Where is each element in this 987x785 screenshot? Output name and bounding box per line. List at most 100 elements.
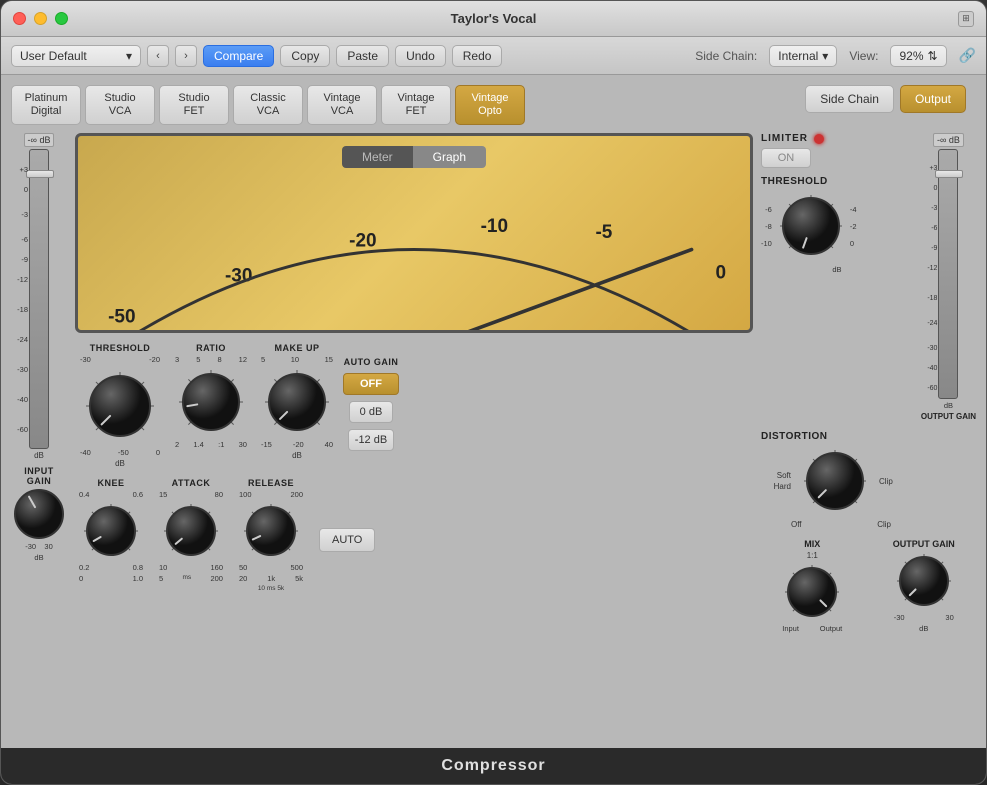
mix-output-label: Output <box>820 624 843 633</box>
input-gain-section: -∞ dB +3 0 -3 -6 -9 -12 -18 -24 -30 -40 … <box>11 133 67 738</box>
link-icon[interactable]: 🔗 <box>959 47 976 64</box>
compare-button[interactable]: Compare <box>203 45 274 67</box>
side-chain-button[interactable]: Side Chain <box>805 85 894 113</box>
makeup-control: MAKE UP 51015 <box>257 343 337 460</box>
distortion-title: DISTORTION <box>761 431 827 442</box>
type-vintage-fet[interactable]: VintageFET <box>381 85 451 125</box>
auto-gain-off-button[interactable]: OFF <box>343 373 399 395</box>
mix-ratio: 1:1 <box>807 551 818 560</box>
release-knob[interactable] <box>241 501 301 561</box>
redo-button[interactable]: Redo <box>452 45 503 67</box>
minimize-button[interactable] <box>34 12 47 25</box>
bottom-label: Compressor <box>441 757 545 775</box>
compressor-type-buttons: PlatinumDigital StudioVCA StudioFET Clas… <box>11 85 525 125</box>
ratio-control: RATIO 35812 <box>171 343 251 449</box>
attack-knob[interactable] <box>161 501 221 561</box>
toolbar: User Default ▾ ‹ › Compare Copy Paste Un… <box>1 37 986 75</box>
input-gain-inf: -∞ dB <box>24 133 55 147</box>
auto-button[interactable]: AUTO <box>319 528 375 552</box>
mix-knob[interactable] <box>782 562 842 622</box>
expand-button[interactable]: ⊞ <box>958 11 974 27</box>
type-studio-fet[interactable]: StudioFET <box>159 85 229 125</box>
window-title: Taylor's Vocal <box>451 11 537 26</box>
nav-back-button[interactable]: ‹ <box>147 45 169 67</box>
input-gain-fader-track[interactable]: +3 0 -3 -6 -9 -12 -18 -24 -30 -40 -60 <box>29 149 49 449</box>
knee-knob[interactable] <box>81 501 141 561</box>
ratio-scale-bottom: 21.4:130 <box>175 440 247 449</box>
maximize-button[interactable] <box>55 12 68 25</box>
distortion-row: Soft Hard <box>761 446 893 516</box>
paste-button[interactable]: Paste <box>336 45 389 67</box>
graph-tab[interactable]: Graph <box>413 146 486 168</box>
output-gain-knob-unit: dB <box>919 624 928 633</box>
threshold-label: THRESHOLD <box>90 343 151 353</box>
threshold-right-unit: dB <box>761 265 913 274</box>
view-dropdown[interactable]: 92% ⇅ <box>890 45 946 67</box>
bottom-label-bar: Compressor <box>1 748 986 784</box>
nav-forward-button[interactable]: › <box>175 45 197 67</box>
svg-text:-50: -50 <box>108 307 135 328</box>
output-gain-fader-track[interactable]: +3 0 -3 -6 -9 -12 -18 -24 -30 -40 -60 <box>938 149 958 399</box>
type-classic-vca[interactable]: ClassicVCA <box>233 85 303 125</box>
input-gain-label: INPUT GAIN <box>11 466 67 486</box>
ratio-knob[interactable] <box>175 366 247 438</box>
limiter-on-button[interactable]: ON <box>761 148 811 168</box>
output-gain-knob-section: OUTPUT GAIN <box>893 539 955 633</box>
svg-text:-20: -20 <box>349 231 376 252</box>
meter-tab[interactable]: Meter <box>342 146 413 168</box>
center-section: Meter Graph -50 -30 -20 -10 -5 0 <box>75 133 753 738</box>
preset-dropdown[interactable]: User Default ▾ <box>11 45 141 67</box>
close-button[interactable] <box>13 12 26 25</box>
output-gain-fader-handle[interactable] <box>935 170 963 178</box>
main-controls-row: THRESHOLD -30-20 <box>75 339 753 472</box>
release-control: RELEASE 100200 <box>239 478 303 592</box>
attack-label: ATTACK <box>172 478 211 488</box>
right-panel: LIMITER ON THRESHOLD -6-8-10 <box>761 133 976 738</box>
knee-scale-bottom: 0.20.8 <box>79 563 143 572</box>
traffic-lights <box>13 12 68 25</box>
type-studio-vca[interactable]: StudioVCA <box>85 85 155 125</box>
title-bar-right: ⊞ <box>958 11 974 27</box>
copy-button[interactable]: Copy <box>280 45 330 67</box>
threshold-scale-bottom: -40-500 <box>80 448 160 457</box>
side-chain-dropdown[interactable]: Internal ▾ <box>769 45 837 67</box>
input-gain-fader-handle[interactable] <box>26 170 54 178</box>
makeup-scale-bottom: -15-2040 <box>261 440 333 449</box>
output-gain-knob[interactable] <box>894 551 954 611</box>
auto-gain-0db-button[interactable]: 0 dB <box>349 401 394 423</box>
threshold-scale-top: -30-20 <box>80 355 160 364</box>
vu-arc-area: -50 -30 -20 -10 -5 0 <box>78 174 750 333</box>
main-window: Taylor's Vocal ⊞ User Default ▾ ‹ › Comp… <box>0 0 987 785</box>
middle-section: -∞ dB +3 0 -3 -6 -9 -12 -18 -24 -30 -40 … <box>11 133 976 738</box>
distortion-knob[interactable] <box>795 446 875 516</box>
makeup-unit: dB <box>292 451 302 460</box>
auto-gain-12db-button[interactable]: -12 dB <box>348 429 394 451</box>
auto-button-container: AUTO <box>319 478 375 552</box>
threshold-right-row: -6-8-10 <box>761 191 913 261</box>
svg-text:-10: -10 <box>481 216 508 237</box>
type-platinum-digital[interactable]: PlatinumDigital <box>11 85 81 125</box>
output-gain-label: OUTPUT GAIN <box>921 412 976 421</box>
ratio-scale-top: 35812 <box>175 355 247 364</box>
release-unit: 10 ms 5k <box>258 585 284 592</box>
title-bar: Taylor's Vocal ⊞ <box>1 1 986 37</box>
input-gain-knob[interactable] <box>13 488 65 540</box>
threshold-knob[interactable] <box>80 366 160 446</box>
output-button[interactable]: Output <box>900 85 966 113</box>
meter-tabs: Meter Graph <box>78 136 750 174</box>
mix-output-row: MIX 1:1 <box>761 539 976 633</box>
undo-button[interactable]: Undo <box>395 45 446 67</box>
side-chain-label: Side Chain: <box>695 49 757 63</box>
distortion-off-clip-labels: Off Clip <box>761 520 891 529</box>
input-gain-range: -30 30 <box>25 542 53 551</box>
makeup-scale-top: 51015 <box>261 355 333 364</box>
vu-arc-svg: -50 -30 -20 -10 -5 0 <box>78 174 750 333</box>
threshold-right-knob[interactable] <box>776 191 846 261</box>
type-vintage-opto[interactable]: VintageOpto <box>455 85 525 125</box>
threshold-right-scale: -4-20 <box>850 205 857 248</box>
makeup-knob[interactable] <box>261 366 333 438</box>
threshold-right-label: THRESHOLD <box>761 176 913 187</box>
type-vintage-vca[interactable]: VintageVCA <box>307 85 377 125</box>
chevron-down-icon: ▾ <box>822 49 828 63</box>
distortion-hard-label: Hard <box>761 482 791 491</box>
